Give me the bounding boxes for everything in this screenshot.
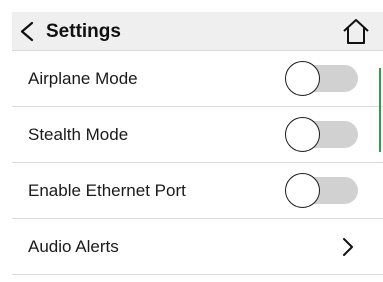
page-title: Settings [46,20,121,42]
setting-row-stealth-mode: Stealth Mode [12,107,383,163]
home-icon [342,18,370,45]
setting-row-audio-alerts[interactable]: Audio Alerts [12,219,383,275]
enable-ethernet-port-toggle[interactable] [285,173,358,208]
toggle-knob [285,117,320,152]
setting-label: Stealth Mode [28,124,129,144]
scroll-indicator[interactable] [379,68,381,152]
chevron-right-icon [341,237,355,257]
setting-row-enable-ethernet-port: Enable Ethernet Port [12,163,383,219]
stealth-mode-toggle[interactable] [285,117,358,152]
chevron-left-icon [12,12,42,51]
header-bar: Settings [12,12,383,51]
settings-list: Airplane Mode Stealth Mode Enable Ethern… [12,51,383,275]
toggle-knob [285,61,320,96]
home-button[interactable] [342,18,370,45]
setting-label: Airplane Mode [28,68,138,88]
settings-screen: Settings Airplane Mode Stealth Mode Enab… [0,0,383,282]
airplane-mode-toggle[interactable] [285,61,358,96]
setting-label: Audio Alerts [28,236,119,256]
setting-row-airplane-mode: Airplane Mode [12,51,383,107]
back-button[interactable]: Settings [12,12,121,51]
setting-label: Enable Ethernet Port [28,180,186,200]
toggle-knob [285,173,320,208]
